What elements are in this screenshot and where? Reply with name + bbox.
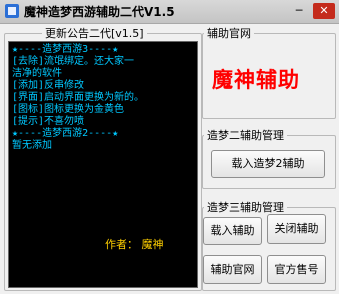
announce-line: [添加]反串修改 <box>12 80 85 91</box>
site-group-label: 辅助官网 <box>204 27 254 40</box>
announce-line: [去除]流氓绑定。还大家一 <box>12 56 135 67</box>
load-helper-button[interactable]: 载入辅助 <box>203 217 262 245</box>
zm3-group-label: 造梦三辅助管理 <box>204 201 287 214</box>
official-account-sale-button[interactable]: 官方售号 <box>267 255 326 284</box>
announce-line: [提示]不喜勿喷 <box>12 116 85 127</box>
brand-title: 魔神辅助 <box>212 68 300 92</box>
minimize-button[interactable]: ─ <box>290 3 308 19</box>
window-title: 魔神造梦西游辅助二代V1.5 <box>24 5 175 19</box>
main-window: 魔神造梦西游辅助二代V1.5 ─ ✕ 更新公告二代[v1.5] ★----造梦西… <box>0 0 339 294</box>
announce-line: 洁净的软件 <box>12 68 62 79</box>
official-site-button[interactable]: 辅助官网 <box>203 255 262 284</box>
announce-line: [图标]图标更换为金黄色 <box>12 104 125 115</box>
announce-line: [界面]启动界面更换为新的。 <box>12 92 145 103</box>
close-button[interactable]: ✕ <box>313 3 335 19</box>
title-bar[interactable]: 魔神造梦西游辅助二代V1.5 ─ ✕ <box>0 0 339 24</box>
announcement-textbox[interactable]: ★----造梦西游3----★ [去除]流氓绑定。还大家一 洁净的软件 [添加]… <box>8 41 198 288</box>
announce-line: ★----造梦西游2----★ <box>12 128 119 139</box>
app-icon <box>5 4 19 18</box>
close-helper-button[interactable]: 关闭辅助 <box>267 214 326 244</box>
author-label: 作者： 魔神 <box>105 238 164 251</box>
announce-line: ★----造梦西游3----★ <box>12 44 119 55</box>
announce-line: 暂无添加 <box>12 140 52 151</box>
load-zm2-button[interactable]: 载入造梦2辅助 <box>211 150 325 178</box>
announce-group-label: 更新公告二代[v1.5] <box>42 27 147 40</box>
zm2-group-label: 造梦二辅助管理 <box>204 129 287 142</box>
